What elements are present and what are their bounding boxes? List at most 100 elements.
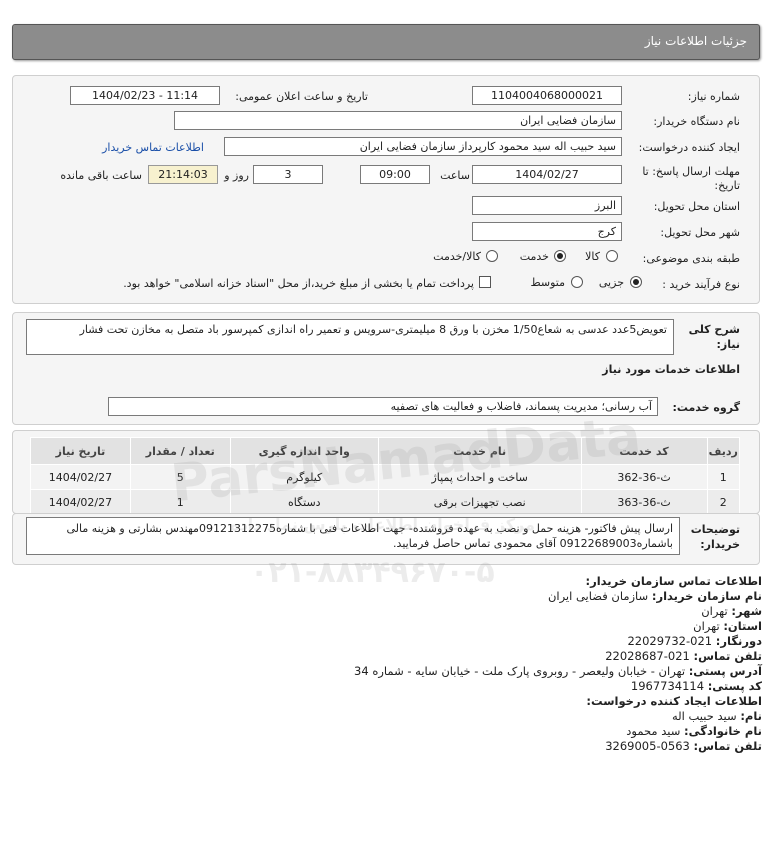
contact-fax: دورنگار: 021-22029732	[627, 634, 762, 648]
province-field: البرز	[472, 196, 622, 215]
contact-address-label: آدرس پستی:	[688, 664, 762, 678]
buyer-org-label: نام دستگاه خریدار:	[653, 115, 740, 128]
contact-org-label: نام سازمان خریدار:	[651, 589, 762, 603]
cell-qty: 5	[129, 464, 231, 490]
services-section-title: اطلاعات خدمات مورد نیاز	[602, 363, 740, 376]
contact-address: آدرس پستی: تهران - خیابان ولیعصر - روبرو…	[354, 664, 762, 678]
process-minor-label: جزیی	[598, 276, 624, 289]
remaining-time-field: 21:14:03	[148, 165, 218, 184]
col-qty: تعداد / مقدار	[129, 437, 231, 465]
treasury-note: پرداخت تمام یا بخشی از مبلغ خرید،از محل …	[123, 277, 474, 290]
category-goods-service-label: کالا/خدمت	[433, 250, 481, 263]
cell-unit: دستگاه	[229, 489, 379, 515]
process-minor-radio[interactable]	[630, 276, 642, 288]
page-title: جزئیات اطلاعات نیاز	[644, 34, 747, 48]
contact-postal-value: 1967734114	[630, 679, 705, 693]
service-group-label: گروه خدمت:	[672, 401, 740, 414]
contact-phone-label: تلفن تماس:	[693, 649, 762, 663]
remaining-label: ساعت باقی مانده	[60, 169, 142, 182]
contact-postal-label: کد پستی:	[707, 679, 762, 693]
contact-province-label: استان:	[723, 619, 762, 633]
cell-date: 1404/02/27	[30, 464, 131, 490]
contact-city-value: تهران	[701, 604, 728, 618]
treasury-checkbox[interactable]	[479, 276, 491, 288]
cell-row: 2	[706, 489, 741, 515]
announce-label: تاریخ و ساعت اعلان عمومی:	[235, 90, 368, 103]
need-number-label: شماره نیاز:	[687, 90, 740, 103]
cell-name: نصب تجهیزات برقی	[377, 489, 582, 515]
creator-first-name-value: سید حبیب اله	[672, 709, 737, 723]
category-label: طبقه بندی موضوعی:	[642, 252, 740, 265]
creator-field: سید حبیب اله سید محمود کارپرداز سازمان ف…	[224, 137, 622, 156]
buyer-contact-link[interactable]: اطلاعات تماس خریدار	[102, 141, 204, 154]
contact-address-value: تهران - خیابان ولیعصر - روبروی پارک ملت …	[354, 664, 686, 678]
col-date: تاریخ نیاز	[30, 437, 131, 465]
announce-field: 1404/02/23 - 11:14	[70, 86, 220, 105]
deadline-time-field: 09:00	[360, 165, 430, 184]
process-medium-radio[interactable]	[571, 276, 583, 288]
buyer-org-field: سازمان فضایی ایران	[174, 111, 622, 130]
deadline-date-field: 1404/02/27	[472, 165, 622, 184]
contact-title: اطلاعات تماس سازمان خریدار:	[585, 574, 762, 588]
category-goods-service-radio[interactable]	[486, 250, 498, 262]
creator-last-name-label: نام خانوادگی:	[684, 724, 762, 738]
process-label: نوع فرآیند خرید :	[662, 278, 740, 291]
contact-postal: کد پستی: 1967734114	[631, 679, 762, 693]
contact-phone-value: 021-22028687	[605, 649, 690, 663]
cell-date: 1404/02/27	[30, 489, 131, 515]
province-label: استان محل تحویل:	[653, 200, 740, 213]
city-field: کرج	[472, 222, 622, 241]
contact-city: شهر: تهران	[701, 604, 762, 618]
page-header: جزئیات اطلاعات نیاز	[12, 24, 760, 60]
creator-info-title: اطلاعات ایجاد کننده درخواست:	[586, 694, 762, 708]
cell-name: ساخت و احداث پمپاژ	[377, 464, 582, 490]
process-medium-label: متوسط	[530, 276, 565, 289]
category-service-radio[interactable]	[554, 250, 566, 262]
cell-row: 1	[706, 464, 741, 490]
time-label: ساعت	[440, 169, 470, 182]
description-text: تعویض5عدد عدسی به شعاع1/50 مخزن با ورق 8…	[79, 323, 667, 336]
table-row: 2 ث-36-363 نصب تجهیزات برقی دستگاه 1 140…	[30, 489, 741, 515]
category-goods-label: کالا	[585, 250, 600, 263]
deadline-label: مهلت ارسال پاسخ: تا تاریخ:	[642, 165, 740, 192]
col-row: ردیف	[706, 437, 741, 465]
creator-last-name-value: سید محمود	[626, 724, 681, 738]
days-label: روز و	[224, 169, 249, 182]
contact-phone: تلفن تماس: 021-22028687	[605, 649, 762, 663]
creator-phone-label: تلفن تماس:	[693, 739, 762, 753]
contact-fax-label: دورنگار:	[715, 634, 762, 648]
buyer-notes-box: ارسال پیش فاکتور- هزینه حمل و نصب به عهد…	[26, 517, 680, 555]
city-label: شهر محل تحویل:	[660, 226, 740, 239]
table-header-row: ردیف کد خدمت نام خدمت واحد اندازه گیری ت…	[30, 437, 741, 465]
table-row: 1 ث-36-362 ساخت و احداث پمپاژ کیلوگرم 5 …	[30, 464, 741, 490]
service-group-field: آب رسانی؛ مدیریت پسماند، فاضلاب و فعالیت…	[108, 397, 658, 416]
days-field: 3	[253, 165, 323, 184]
cell-qty: 1	[129, 489, 231, 515]
creator-first-name: نام: سید حبیب اله	[672, 709, 762, 723]
contact-province: استان: تهران	[693, 619, 762, 633]
category-goods-radio[interactable]	[606, 250, 618, 262]
contact-org: نام سازمان خریدار: سازمان فضایی ایران	[548, 589, 762, 603]
contact-province-value: تهران	[693, 619, 720, 633]
buyer-notes-label: توضیحات خریدار:	[690, 523, 740, 551]
creator-first-name-label: نام:	[740, 709, 762, 723]
cell-code: ث-36-363	[580, 489, 708, 515]
buyer-notes-text: ارسال پیش فاکتور- هزینه حمل و نصب به عهد…	[66, 522, 673, 550]
need-number-field: 1104004068000021	[472, 86, 622, 105]
description-box: تعویض5عدد عدسی به شعاع1/50 مخزن با ورق 8…	[26, 319, 674, 355]
creator-phone-value: 0563-3269005	[605, 739, 690, 753]
cell-unit: کیلوگرم	[229, 464, 379, 490]
contact-org-value: سازمان فضایی ایران	[547, 589, 649, 603]
creator-label: ایجاد کننده درخواست:	[638, 141, 740, 154]
col-unit: واحد اندازه گیری	[229, 437, 379, 465]
col-code: کد خدمت	[580, 437, 708, 465]
col-name: نام خدمت	[377, 437, 582, 465]
cell-code: ث-36-362	[580, 464, 708, 490]
creator-phone: تلفن تماس: 0563-3269005	[605, 739, 762, 753]
creator-last-name: نام خانوادگی: سید محمود	[626, 724, 762, 738]
description-label: شرح کلی نیاز:	[688, 323, 740, 351]
services-table: ردیف کد خدمت نام خدمت واحد اندازه گیری ت…	[30, 437, 741, 515]
category-service-label: خدمت	[519, 250, 549, 263]
contact-city-label: شهر:	[731, 604, 762, 618]
contact-fax-value: 021-22029732	[627, 634, 713, 648]
